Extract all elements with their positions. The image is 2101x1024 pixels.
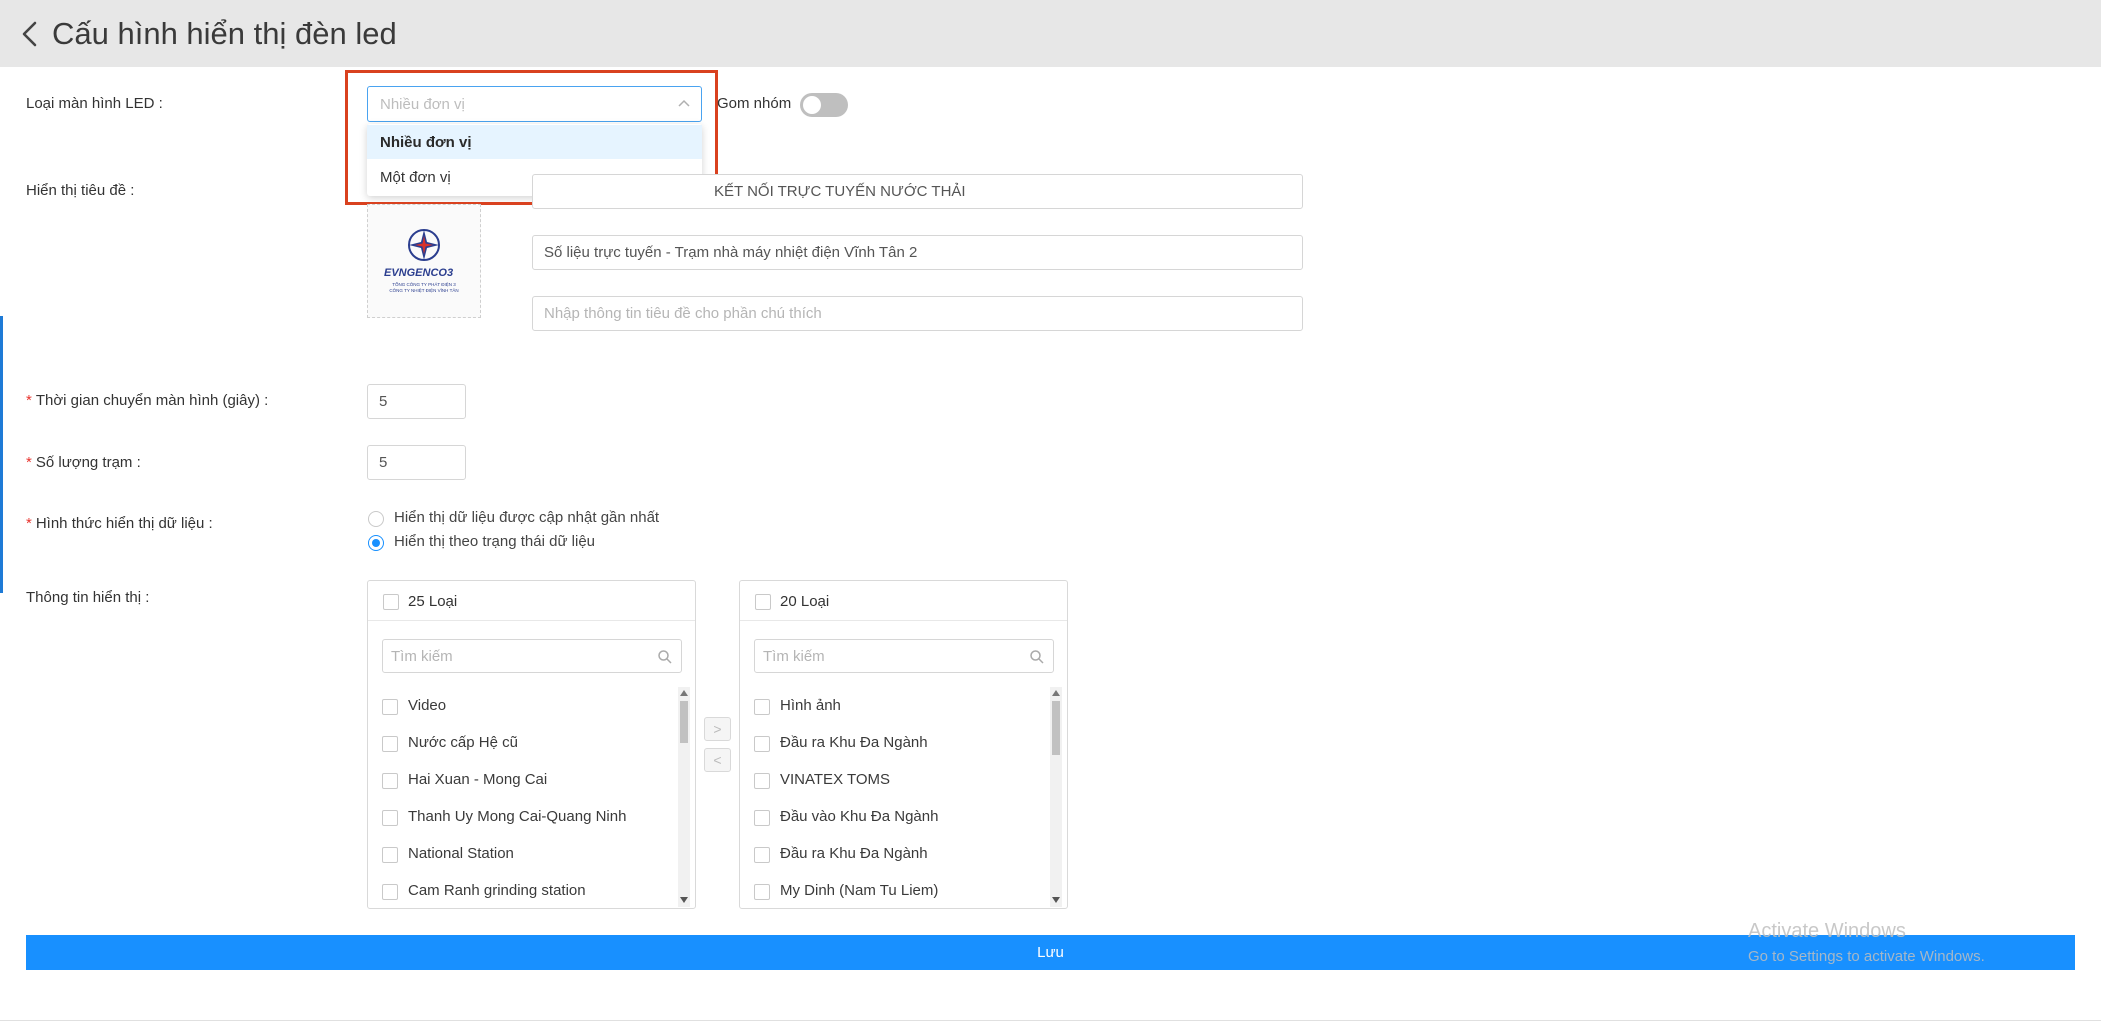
page-title: Cấu hình hiển thị đèn led [52,16,397,51]
triangle-up-icon[interactable] [680,690,688,696]
logo-upload[interactable]: EVNGENCO3 TỔNG CÔNG TY PHÁT ĐIỆN 3 CÔNG … [367,204,481,318]
item-label: Hình ảnh [780,697,841,714]
station-count-input[interactable]: 5 [367,445,466,480]
item-label: Nước cấp Hệ cũ [408,734,518,751]
windows-activation-watermark-title: Activate Windows [1748,920,1906,942]
left-search-input[interactable]: Tìm kiếm [382,639,682,673]
move-right-button[interactable]: > [704,717,731,741]
station-count-value: 5 [379,454,388,471]
move-left-button[interactable]: < [704,748,731,772]
note-title-input[interactable]: Nhập thông tin tiêu đề cho phần chú thíc… [532,296,1303,331]
title-line-1-input[interactable]: KẾT NỐI TRỰC TUYẾN NƯỚC THẢI [532,174,1303,209]
right-transfer-panel: 20 Loại Tìm kiếm Hình ảnh Đầu ra Khu Đa … [739,580,1068,909]
triangle-down-icon[interactable] [1052,897,1060,903]
item-label: VINATEX TOMS [780,771,891,788]
left-search-placeholder: Tìm kiếm [391,647,453,665]
left-transfer-panel: 25 Loại Tìm kiếm Video Nước cấp Hệ cũ Ha… [367,580,696,909]
switch-time-label: * Thời gian chuyển màn hình (giây) : [26,392,269,409]
radio-status-data[interactable] [368,535,384,551]
radio-latest-data[interactable] [368,511,384,527]
left-select-all-checkbox[interactable] [383,594,399,610]
chevron-left-icon[interactable] [14,14,44,54]
right-search-input[interactable]: Tìm kiếm [754,639,1054,673]
item-label: My Dinh (Nam Tu Liem) [780,882,939,899]
right-panel-count: 20 Loại [780,593,830,610]
right-panel-header: 20 Loại [740,581,1067,621]
logo-caption-1: TỔNG CÔNG TY PHÁT ĐIỆN 3 [392,282,456,287]
bottom-divider [0,1020,2101,1021]
switch-time-value: 5 [379,393,388,410]
item-label: Hai Xuan - Mong Cai [408,771,548,788]
item-label: Đầu vào Khu Đa Ngành [780,808,939,825]
group-toggle[interactable] [800,93,848,117]
title-display-label: Hiển thị tiêu đề : [26,182,135,199]
left-scroll-thumb[interactable] [680,701,688,743]
logo-brand-text: EVNGENCO3 [384,267,454,279]
item-checkbox[interactable] [382,773,398,789]
item-label: Thanh Uy Mong Cai-Quang Ninh [408,808,627,825]
left-panel-header: 25 Loại [368,581,695,621]
radio-status-data-label: Hiển thị theo trạng thái dữ liệu [394,533,595,550]
switch-time-input[interactable]: 5 [367,384,466,419]
item-checkbox[interactable] [754,847,770,863]
evn-star-logo-icon [408,229,440,261]
item-checkbox[interactable] [754,773,770,789]
left-panel-count: 25 Loại [408,593,458,610]
right-item-list: Hình ảnh Đầu ra Khu Đa Ngành VINATEX TOM… [740,687,1050,907]
item-checkbox[interactable] [382,736,398,752]
windows-activation-watermark-subtitle: Go to Settings to activate Windows. [1748,948,1985,965]
item-checkbox[interactable] [754,810,770,826]
item-checkbox[interactable] [754,699,770,715]
right-search-placeholder: Tìm kiếm [763,647,825,665]
item-checkbox[interactable] [382,699,398,715]
item-label: Video [408,697,447,714]
logo-caption-2: CÔNG TY NHIỆT ĐIỆN VĨNH TÂN [389,288,459,293]
item-label: National Station [408,845,514,862]
display-mode-label: * Hình thức hiển thị dữ liệu : [26,515,213,532]
display-info-label: Thông tin hiển thị : [26,589,150,606]
toggle-knob [803,96,821,114]
item-checkbox[interactable] [382,847,398,863]
triangle-down-icon[interactable] [680,897,688,903]
item-checkbox[interactable] [382,810,398,826]
title-line-2-input[interactable]: Số liệu trực tuyến - Trạm nhà máy nhiệt … [532,235,1303,270]
radio-latest-data-label: Hiển thị dữ liệu được cập nhật gần nhất [394,509,660,526]
item-label: Đầu ra Khu Đa Ngành [780,734,928,751]
item-checkbox[interactable] [754,884,770,900]
led-type-label: Loại màn hình LED : [26,95,163,112]
title-line-1-visible-text: KẾT NỐI TRỰC TUYẾN NƯỚC THẢI [714,183,966,200]
left-scrollbar[interactable] [678,687,690,907]
right-select-all-checkbox[interactable] [755,594,771,610]
item-label: Đầu ra Khu Đa Ngành [780,845,928,862]
triangle-up-icon[interactable] [1052,690,1060,696]
station-count-label: * Số lượng trạm : [26,454,141,471]
title-line-2-text: Số liệu trực tuyến - Trạm nhà máy nhiệt … [544,244,918,261]
search-icon [1030,650,1044,664]
right-scrollbar[interactable] [1050,687,1062,907]
note-title-placeholder: Nhập thông tin tiêu đề cho phần chú thíc… [544,305,822,322]
left-item-list: Video Nước cấp Hệ cũ Hai Xuan - Mong Cai… [368,687,678,907]
side-accent-bar [0,316,3,593]
item-checkbox[interactable] [754,736,770,752]
item-checkbox[interactable] [382,884,398,900]
group-toggle-label: Gom nhóm [717,95,792,112]
item-label: Cam Ranh grinding station [408,882,586,899]
right-scroll-thumb[interactable] [1052,701,1060,755]
search-icon [658,650,672,664]
